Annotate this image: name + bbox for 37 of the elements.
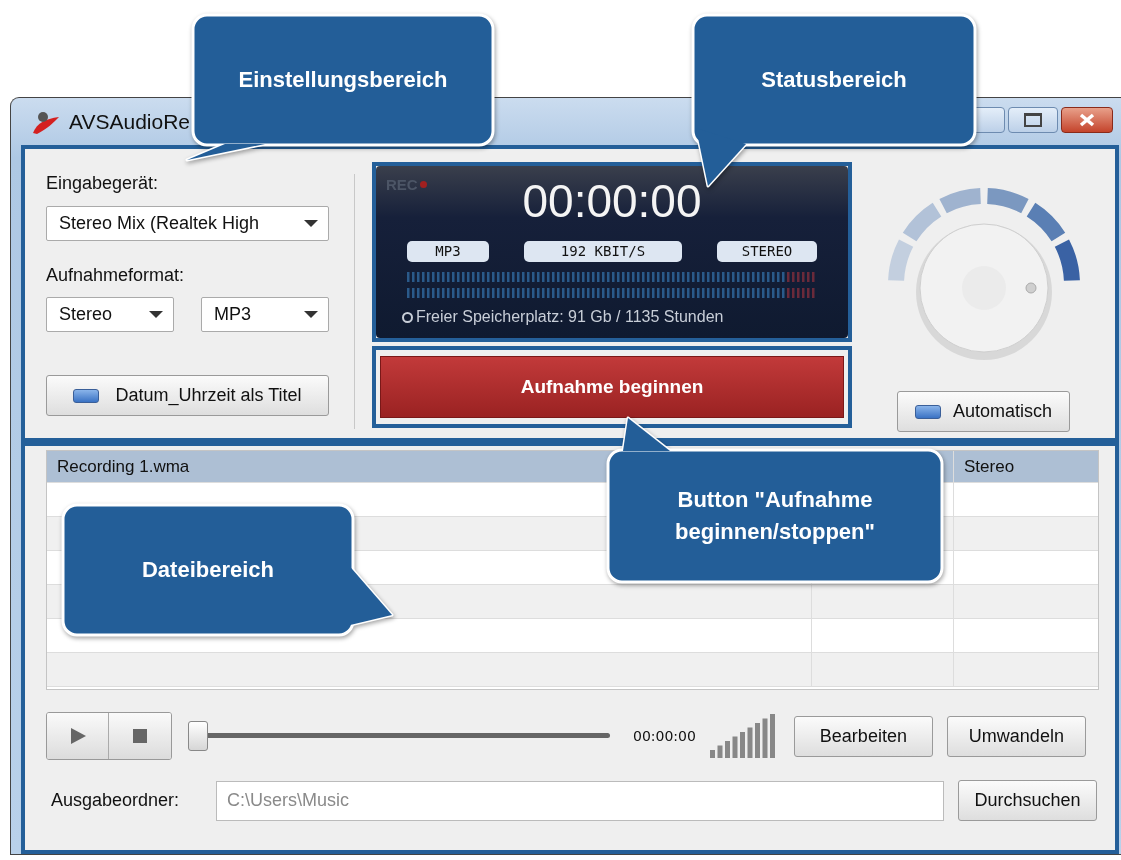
browse-button[interactable]: Durchsuchen — [958, 780, 1097, 821]
volume-bars-icon — [709, 714, 778, 758]
playback-time: 00:00:00 — [633, 728, 696, 744]
action-button[interactable]: Bearbeiten — [793, 715, 933, 757]
disk-icon — [402, 311, 413, 323]
free-space-text: Freier Speicherplatz: 91 Gb / 1135 Stunden — [416, 308, 724, 326]
format-badge: 192 KBIT/S — [524, 241, 682, 262]
channels-cell: Stereo — [953, 451, 1098, 482]
position-slider[interactable] — [188, 721, 610, 751]
slider-thumb[interactable] — [188, 721, 208, 751]
channels-dropdown[interactable]: Stereo — [46, 297, 174, 332]
stop-button[interactable] — [109, 713, 171, 759]
rec-dot-icon — [419, 181, 427, 188]
automatic-toggle-button[interactable]: Automatisch — [897, 391, 1070, 432]
recording-time: 00:00:00 — [522, 176, 702, 226]
format-label: Aufnahmeformat: — [46, 265, 186, 286]
callout-text: Button "Aufnahme beginnen/stoppen" — [674, 486, 876, 546]
file-name-cell-text: Recording 1.wma — [56, 455, 191, 478]
input-device-dropdown[interactable]: Stereo Mix (Realtek High — [46, 206, 329, 241]
output-folder-label: Ausgabeordner: — [51, 790, 181, 811]
format-badge: STEREO — [717, 241, 817, 262]
format-badge: MP3 — [407, 241, 489, 262]
record-button[interactable]: Aufnahme beginnen — [380, 356, 844, 418]
callout-text: Einstellungsbereich — [238, 66, 448, 95]
stop-icon — [132, 728, 148, 744]
format-dropdown[interactable]: MP3 — [201, 297, 329, 332]
input-device-label: Eingabegerät: — [46, 173, 160, 194]
close-icon — [1078, 112, 1096, 127]
maximize-button[interactable] — [1008, 106, 1058, 133]
callout-text: Statusbereich — [761, 66, 907, 95]
close-button[interactable] — [1061, 106, 1113, 133]
window-title: AVSAudioRe — [69, 109, 191, 134]
action-button[interactable]: Umwandeln — [946, 715, 1086, 757]
callout-text: Dateibereich — [141, 556, 275, 585]
date-title-toggle-button[interactable]: Datum_Uhrzeit als Titel — [46, 375, 329, 416]
play-button[interactable] — [47, 713, 109, 759]
output-folder-field[interactable]: C:\Users\Music — [216, 780, 944, 821]
